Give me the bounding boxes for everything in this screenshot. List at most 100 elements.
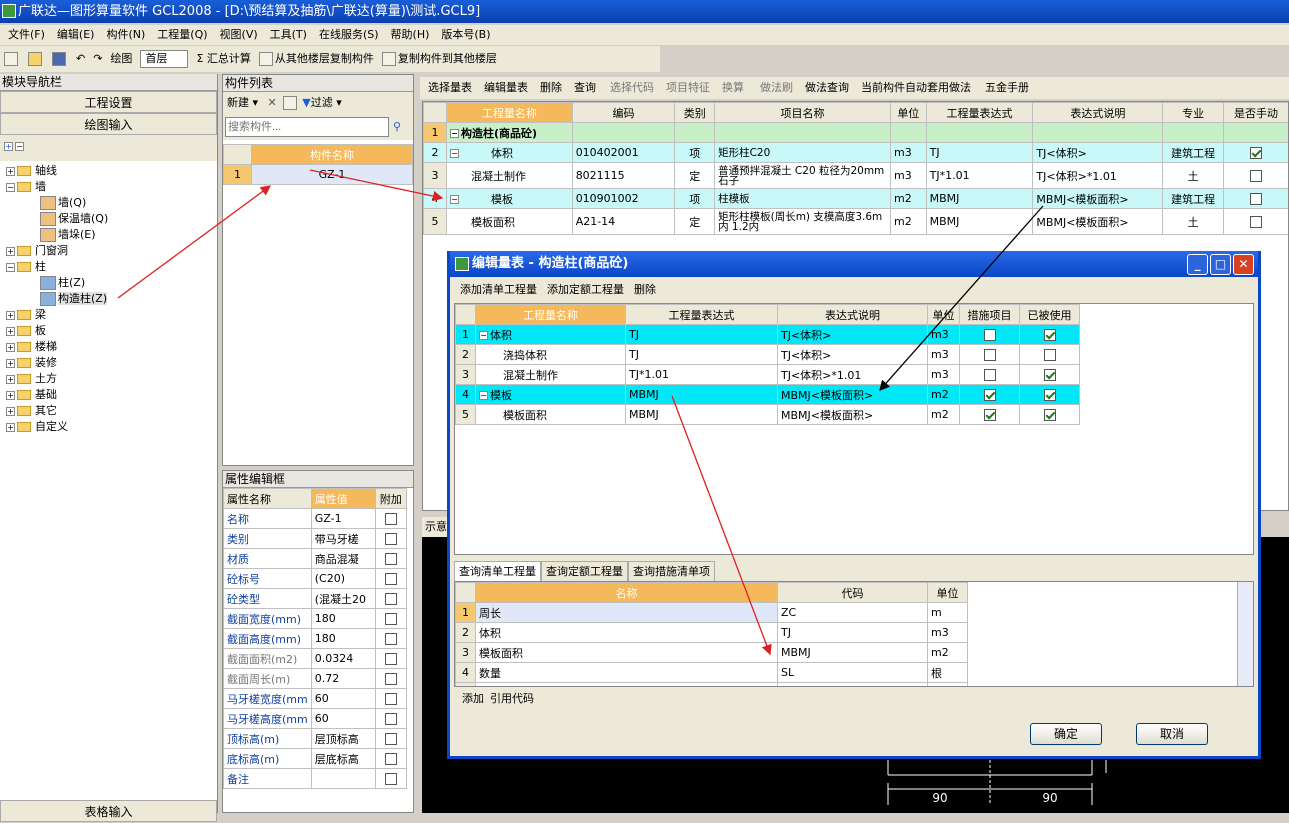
table-row[interactable]: 5 模板面积 A21-14 定矩形柱模板(周长m) 支模高度3.6m内 1.2内 m2 M… — [423, 208, 1288, 235]
measure-checkbox[interactable] — [983, 409, 996, 421]
property-value[interactable]: 商品混凝 — [310, 548, 376, 569]
table-row[interactable]: 4− 模板 010901002 项柱模板 m2 MBMJ MBMJ<模板面积> 建筑工程 — [423, 188, 1288, 209]
menu-quantity[interactable]: 工程量(Q) — [157, 28, 207, 41]
add-quota-quantity-button[interactable]: 添加定额工程量 — [547, 283, 624, 296]
property-value[interactable] — [310, 768, 376, 789]
extra-checkbox[interactable] — [384, 613, 397, 625]
used-checkbox[interactable] — [1043, 409, 1056, 421]
dialog-row[interactable]: 1− 体积 TJ TJ<体积> m3 — [455, 324, 1080, 345]
extra-checkbox[interactable] — [384, 593, 397, 605]
tree-item-foundation[interactable]: + 基础 — [6, 387, 211, 403]
used-checkbox[interactable] — [1043, 389, 1056, 401]
extra-checkbox[interactable] — [384, 633, 397, 645]
menu-component[interactable]: 构件(N) — [106, 28, 145, 41]
tree-item-constructional-column[interactable]: 构造柱(Z) — [6, 291, 211, 307]
extra-checkbox[interactable] — [384, 753, 397, 765]
floor-select[interactable]: 首层 — [140, 50, 189, 68]
property-value[interactable]: 60 — [310, 708, 376, 729]
delete-button[interactable]: 删除 — [540, 81, 562, 94]
open-button[interactable] — [28, 46, 44, 72]
save-button[interactable] — [52, 46, 68, 72]
extra-checkbox[interactable] — [384, 573, 397, 585]
extra-checkbox[interactable] — [384, 513, 397, 525]
dialog-expression[interactable]: TJ*1.01 — [625, 364, 778, 385]
dialog-expression[interactable]: TJ — [625, 324, 778, 345]
measure-checkbox[interactable] — [983, 349, 996, 361]
manual-checkbox[interactable] — [1250, 193, 1262, 205]
auto-apply-button[interactable]: 当前构件自动套用做法 — [861, 81, 971, 94]
menu-help[interactable]: 帮助(H) — [391, 28, 430, 41]
convert-button[interactable]: 换算 — [722, 81, 744, 94]
expression-cell[interactable] — [925, 122, 1034, 143]
filter-button[interactable]: 过滤 — [311, 96, 333, 109]
tree-item-pilaster[interactable]: 墙垛(E) — [6, 227, 211, 243]
new-file-button[interactable] — [4, 46, 20, 72]
expression-cell[interactable]: MBMJ — [925, 208, 1034, 235]
redo-button[interactable]: ↷ — [93, 46, 102, 72]
manual-checkbox[interactable] — [1250, 170, 1262, 182]
item-name-cell[interactable]: 矩形柱模板(周长m) 支模高度3.6m内 1.2内 — [714, 208, 892, 235]
measure-checkbox[interactable] — [983, 329, 996, 341]
extra-checkbox[interactable] — [384, 773, 397, 785]
dialog-expression[interactable]: MBMJ — [625, 404, 778, 425]
edit-table-button[interactable]: 编辑量表 — [484, 81, 528, 94]
menu-view[interactable]: 视图(V) — [220, 28, 258, 41]
code-cell[interactable]: 010402001 — [571, 142, 676, 163]
extra-checkbox[interactable] — [384, 553, 397, 565]
close-button[interactable]: ✕ — [1233, 254, 1254, 275]
code-cell[interactable]: 8021115 — [571, 162, 676, 189]
tree-item-other[interactable]: + 其它 — [6, 403, 211, 419]
table-row[interactable]: 2− 体积 010402001 项矩形柱C20 m3 TJ TJ<体积> 建筑工程 — [423, 142, 1288, 163]
property-value[interactable]: 层底标高 — [310, 748, 376, 769]
item-name-cell[interactable]: 普通预拌混凝土 C20 粒径为20mm石子 — [714, 162, 892, 189]
item-name-cell[interactable]: 矩形柱C20 — [714, 142, 892, 163]
extra-checkbox[interactable] — [384, 533, 397, 545]
tab-query-quota[interactable]: 查询定额工程量 — [541, 561, 628, 581]
query-button[interactable]: 查询 — [574, 81, 596, 94]
search-icon[interactable]: ⚲ — [393, 120, 401, 133]
expression-cell[interactable]: TJ — [925, 142, 1034, 163]
tree-item-wall-q[interactable]: 墙(Q) — [6, 195, 211, 211]
query-row[interactable]: 5高度GDm — [455, 682, 968, 686]
manual-checkbox[interactable] — [1250, 147, 1262, 159]
expression-cell[interactable]: MBMJ — [925, 188, 1034, 209]
property-value[interactable]: 带马牙槎 — [310, 528, 376, 549]
draw-input-button[interactable]: 绘图输入 — [0, 113, 217, 135]
extra-checkbox[interactable] — [384, 653, 397, 665]
property-value[interactable]: 60 — [310, 688, 376, 709]
menu-online[interactable]: 在线服务(S) — [319, 28, 379, 41]
query-row[interactable]: 2 体积 TJ m3 — [455, 622, 968, 643]
dialog-row[interactable]: 3 混凝土制作 TJ*1.01 TJ<体积>*1.01 m3 — [455, 364, 1080, 385]
query-row[interactable]: 3 模板面积 MBMJ m2 — [455, 642, 968, 663]
tree-item-beam[interactable]: + 梁 — [6, 307, 211, 323]
tab-query-list[interactable]: 查询清单工程量 — [454, 561, 541, 581]
extra-checkbox[interactable] — [384, 693, 397, 705]
property-value[interactable]: (混凝土20 — [310, 588, 376, 609]
extra-checkbox[interactable] — [384, 713, 397, 725]
sum-button[interactable]: Σ 汇总计算 — [196, 46, 250, 72]
property-value[interactable]: 180 — [310, 628, 376, 649]
method-brush-button[interactable]: 做法刷 — [760, 81, 793, 94]
tree-item-slab[interactable]: + 板 — [6, 323, 211, 339]
table-row[interactable]: 3 混凝土制作 8021115 定普通预拌混凝土 C20 粒径为20mm石子 m3 TJ*… — [423, 162, 1288, 189]
tree-item-wall[interactable]: − 墙 — [6, 179, 211, 195]
new-component-button[interactable]: 新建 — [227, 96, 249, 109]
tree-item-column-z[interactable]: 柱(Z) — [6, 275, 211, 291]
used-checkbox[interactable] — [1043, 349, 1056, 361]
add-button[interactable]: 添加 — [462, 692, 484, 705]
item-name-cell[interactable]: 柱模板 — [714, 188, 892, 209]
dialog-expression[interactable]: MBMJ — [625, 384, 778, 405]
project-settings-button[interactable]: 工程设置 — [0, 91, 217, 113]
measure-checkbox[interactable] — [983, 369, 996, 381]
manual-checkbox[interactable] — [1250, 216, 1262, 228]
item-name-cell[interactable] — [714, 122, 892, 143]
cancel-button[interactable]: 取消 — [1136, 723, 1208, 745]
maximize-button[interactable]: □ — [1210, 254, 1231, 275]
ref-code-button[interactable]: 引用代码 — [490, 692, 534, 705]
property-value[interactable]: (C20) — [310, 568, 376, 589]
draw-button[interactable]: 绘图 — [110, 46, 132, 72]
tree-item-earthwork[interactable]: + 土方 — [6, 371, 211, 387]
table-input-button[interactable]: 表格输入 — [0, 800, 217, 822]
property-value[interactable]: 180 — [310, 608, 376, 629]
undo-button[interactable]: ↶ — [76, 46, 85, 72]
